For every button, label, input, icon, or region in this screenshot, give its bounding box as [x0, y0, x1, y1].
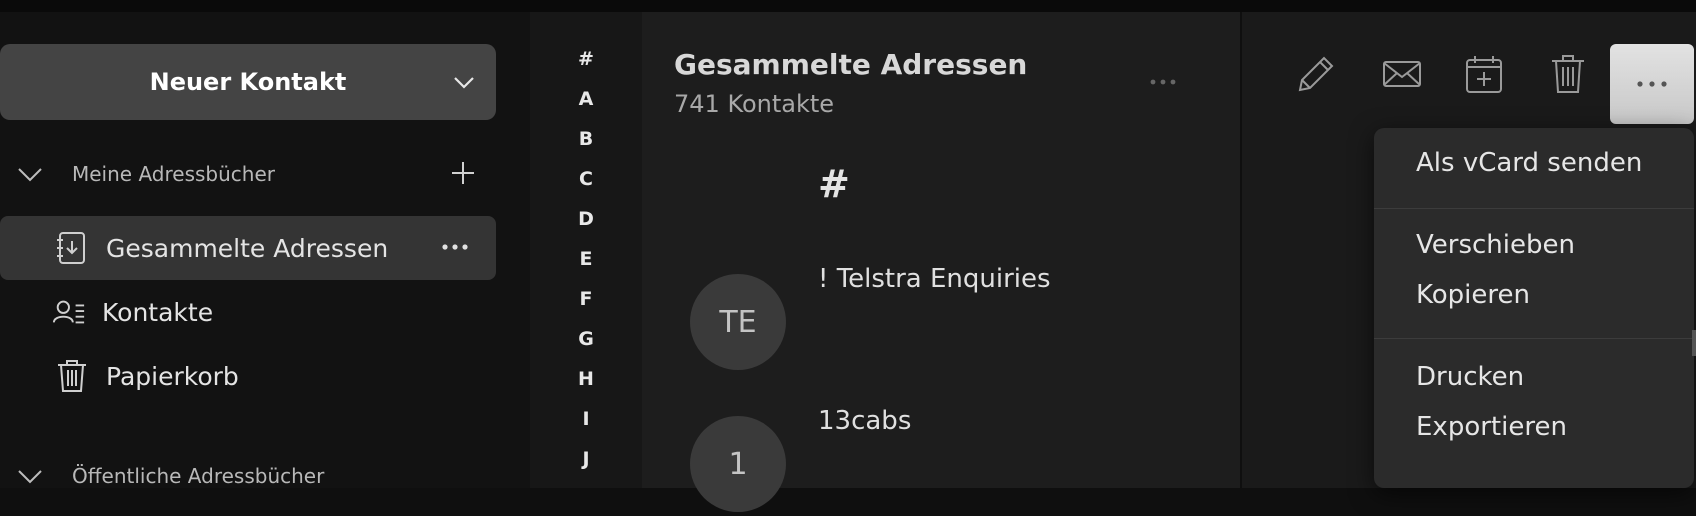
- avatar: TE: [690, 274, 786, 370]
- menu-item-export[interactable]: Exportieren: [1416, 412, 1567, 442]
- sidebar-item-trash[interactable]: Papierkorb: [0, 344, 496, 408]
- mail-icon[interactable]: [1380, 52, 1424, 96]
- alpha-letter[interactable]: J: [530, 448, 642, 470]
- alpha-letter[interactable]: H: [530, 368, 642, 390]
- list-item[interactable]: 1 13cabs: [690, 406, 1230, 516]
- sidebar-item-label: Kontakte: [102, 297, 214, 327]
- menu-item-copy[interactable]: Kopieren: [1416, 280, 1530, 310]
- list-title: Gesammelte Adressen: [674, 48, 1028, 81]
- alpha-letter[interactable]: D: [530, 208, 642, 230]
- trash-icon: [58, 360, 86, 392]
- contact-name: ! Telstra Enquiries: [818, 264, 1051, 294]
- chevron-down-icon[interactable]: [16, 164, 44, 184]
- add-address-book-icon[interactable]: [450, 160, 476, 186]
- sidebar-item-label: Gesammelte Adressen: [106, 233, 389, 263]
- alpha-letter[interactable]: #: [530, 48, 642, 70]
- new-contact-button[interactable]: Neuer Kontakt: [0, 44, 496, 120]
- delete-icon[interactable]: [1546, 52, 1590, 96]
- chevron-down-icon[interactable]: [16, 466, 44, 486]
- menu-divider: [1374, 208, 1694, 209]
- alpha-letter[interactable]: B: [530, 128, 642, 150]
- sidebar-item-collected-addresses[interactable]: Gesammelte Adressen: [0, 216, 496, 280]
- edit-icon[interactable]: [1294, 52, 1338, 96]
- menu-item-print[interactable]: Drucken: [1416, 362, 1524, 392]
- sidebar-item-contacts[interactable]: Kontakte: [0, 280, 496, 344]
- group-header: #: [818, 162, 850, 206]
- contact-name: 13cabs: [818, 406, 912, 436]
- avatar: 1: [690, 416, 786, 512]
- collected-addresses-icon: [57, 232, 85, 264]
- menu-item-move[interactable]: Verschieben: [1416, 230, 1575, 260]
- section-my-address-books[interactable]: Meine Adressbücher: [0, 162, 474, 186]
- alpha-letter[interactable]: C: [530, 168, 642, 190]
- chevron-down-icon[interactable]: [452, 70, 476, 94]
- more-actions-button[interactable]: [1610, 44, 1694, 124]
- new-contact-label: Neuer Kontakt: [149, 68, 347, 96]
- contact-list-panel: Gesammelte Adressen 741 Kontakte # TE ! …: [642, 12, 1240, 512]
- section-public-address-books[interactable]: Öffentliche Adressbücher: [0, 464, 324, 488]
- more-options-icon[interactable]: [440, 234, 470, 260]
- menu-divider: [1374, 338, 1694, 339]
- alphabet-index: # A B C D E F G H I J: [530, 12, 642, 488]
- alpha-letter[interactable]: G: [530, 328, 642, 350]
- scrollbar[interactable]: [1692, 330, 1696, 356]
- more-icon: [1637, 81, 1667, 87]
- alpha-letter[interactable]: F: [530, 288, 642, 310]
- top-bar: [0, 0, 1696, 12]
- section-title: Öffentliche Adressbücher: [72, 464, 325, 488]
- calendar-add-icon[interactable]: [1462, 52, 1506, 96]
- list-more-icon[interactable]: [1146, 72, 1180, 92]
- menu-item-send-vcard[interactable]: Als vCard senden: [1416, 148, 1642, 178]
- list-item[interactable]: TE ! Telstra Enquiries: [690, 264, 1230, 374]
- alpha-letter[interactable]: I: [530, 408, 642, 430]
- sidebar-item-label: Papierkorb: [106, 361, 239, 391]
- section-title: Meine Adressbücher: [72, 162, 275, 186]
- more-actions-menu: Als vCard senden Verschieben Kopieren Dr…: [1374, 128, 1694, 488]
- alpha-letter[interactable]: A: [530, 88, 642, 110]
- sidebar: Neuer Kontakt Meine Adressbücher Gesamme…: [0, 12, 530, 488]
- alpha-letter[interactable]: E: [530, 248, 642, 270]
- contacts-icon: [52, 300, 85, 324]
- contact-count: 741 Kontakte: [674, 90, 835, 118]
